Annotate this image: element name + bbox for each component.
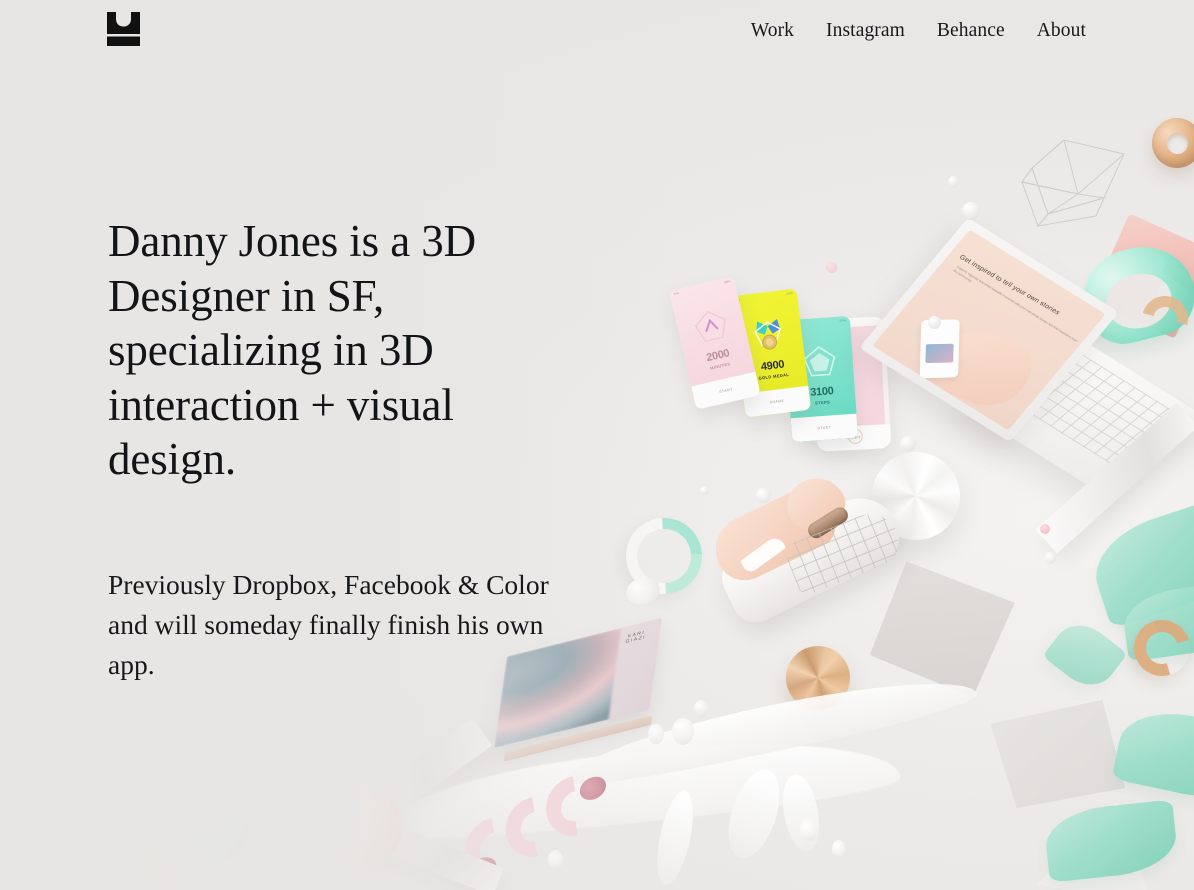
laptop-screen: Get inspired to tell your own stories Ca… xyxy=(872,229,1106,431)
card-button-label: START xyxy=(816,424,892,452)
app-card-mint: 9:41 100% 3100 STEPS START xyxy=(783,315,859,443)
pink-sphere-object xyxy=(320,786,402,868)
app-card-pink: 9:41 100% 2000 MINUTES START xyxy=(669,276,761,410)
hero-subtitle: Previously Dropbox, Facebook & Color and… xyxy=(108,568,549,680)
laptop-base xyxy=(960,324,1194,496)
small-sphere-object xyxy=(270,774,292,796)
landing-page: START 9:41 100% 3100 STEPS START 9:41 10… xyxy=(0,0,1194,890)
milk-splash-arm xyxy=(650,787,700,889)
gray-plate-object xyxy=(866,558,1018,702)
card-button-label: START xyxy=(691,371,761,410)
monstera-leaf-object xyxy=(1111,702,1194,808)
logo-icon[interactable] xyxy=(107,12,140,46)
small-sphere-object xyxy=(1044,552,1056,564)
mint-curve-object xyxy=(1072,235,1194,353)
laptop-screen-subline: Capture, organize and share beautiful mo… xyxy=(952,264,1079,344)
mint-sphere-object xyxy=(190,802,248,860)
phone-status-time: 9:41 xyxy=(787,322,794,326)
phone-status-time: 9:41 xyxy=(735,297,741,302)
marble-bar-object xyxy=(1035,402,1194,554)
nav-link-behance[interactable]: Behance xyxy=(921,18,1021,44)
nav-link-work[interactable]: Work xyxy=(735,18,810,44)
site-header: Work Instagram Behance About xyxy=(0,0,1194,62)
small-sphere-object xyxy=(900,436,916,452)
pentagon-badge-icon xyxy=(801,343,839,379)
card-number: 2000 xyxy=(705,347,731,365)
small-sphere-object xyxy=(962,202,980,220)
card-number: 3100 xyxy=(809,385,834,399)
phone-illustration xyxy=(919,319,960,379)
laptop-mockup: Get inspired to tell your own stories Ca… xyxy=(858,217,1194,496)
phone-mockup-back: START xyxy=(810,316,892,452)
card-button-label: START xyxy=(790,413,859,443)
white-triangle-object xyxy=(1037,791,1174,890)
nav-link-about[interactable]: About xyxy=(1021,18,1086,44)
card-label: MINUTES xyxy=(709,361,731,371)
small-sphere-object xyxy=(756,488,771,503)
white-pill-object xyxy=(623,574,663,608)
laptop-lid: Get inspired to tell your own stories Ca… xyxy=(858,217,1120,443)
hand-illustration xyxy=(919,317,1043,417)
phone-status-time: 9:41 xyxy=(673,291,680,296)
small-pink-sphere-object xyxy=(826,262,837,273)
phone-status-battery: 100% xyxy=(723,279,731,284)
small-sphere-object xyxy=(700,486,709,495)
wireframe-crystal-icon xyxy=(1012,128,1142,243)
card-number: 4900 xyxy=(760,358,785,374)
marble-bar-object xyxy=(298,789,504,890)
gold-arc-object xyxy=(1133,287,1194,351)
card-button-label: SHARE xyxy=(742,385,812,418)
monstera-leaf-object xyxy=(1083,495,1194,629)
marble-bar-object xyxy=(269,717,493,890)
small-sphere-object xyxy=(694,700,708,718)
gold-medal-icon xyxy=(749,316,789,354)
marble-bar-object xyxy=(181,757,299,890)
pink-fabric-object xyxy=(1090,213,1194,339)
marble-stone-object xyxy=(1146,252,1175,284)
sneaker-render-object xyxy=(682,428,949,695)
milk-splash-object xyxy=(377,662,981,890)
gold-arc-object xyxy=(1124,610,1194,686)
phone-status-battery: 100% xyxy=(786,291,794,296)
swoosh-icon xyxy=(740,532,786,577)
laptop-keyboard xyxy=(994,338,1182,469)
gray-plate-object xyxy=(984,682,1136,829)
hero-section: Danny Jones is a 3D Designer in SF, spec… xyxy=(108,214,628,685)
faceted-gold-sphere-object xyxy=(786,646,850,710)
monstera-leaf-object xyxy=(1042,799,1180,883)
laptop-screen-headline: Get inspired to tell your own stories xyxy=(957,253,1062,317)
phone-status-battery: 100% xyxy=(839,318,847,323)
faceted-white-sphere-object xyxy=(872,452,960,540)
airmax-window xyxy=(805,504,851,542)
card-label: GOLD MEDAL xyxy=(758,371,790,381)
pink-helix-object xyxy=(451,764,646,890)
small-pink-sphere-object xyxy=(1040,524,1050,534)
hero-title: Danny Jones is a 3D Designer in SF, spec… xyxy=(108,216,477,484)
gold-torus-object xyxy=(1152,118,1194,168)
nav-link-instagram[interactable]: Instagram xyxy=(810,18,921,44)
card-label: STEPS xyxy=(814,399,831,406)
gold-bar-object xyxy=(1161,261,1194,291)
pentagon-badge-icon xyxy=(690,305,733,346)
app-card-fan: START 9:41 100% 3100 STEPS START 9:41 10… xyxy=(664,276,894,456)
app-card-yellow: 9:41 100% 4900 GOLD MEDAL SHARE xyxy=(730,288,812,418)
small-sphere-object xyxy=(928,316,941,329)
monstera-leaf-object xyxy=(1042,613,1128,697)
main-navigation: Work Instagram Behance About xyxy=(735,18,1086,44)
marble-stone-object xyxy=(1155,280,1179,306)
monstera-leaf-object xyxy=(1119,579,1194,663)
small-sphere-object xyxy=(948,176,959,187)
gold-cube-object xyxy=(122,837,174,890)
